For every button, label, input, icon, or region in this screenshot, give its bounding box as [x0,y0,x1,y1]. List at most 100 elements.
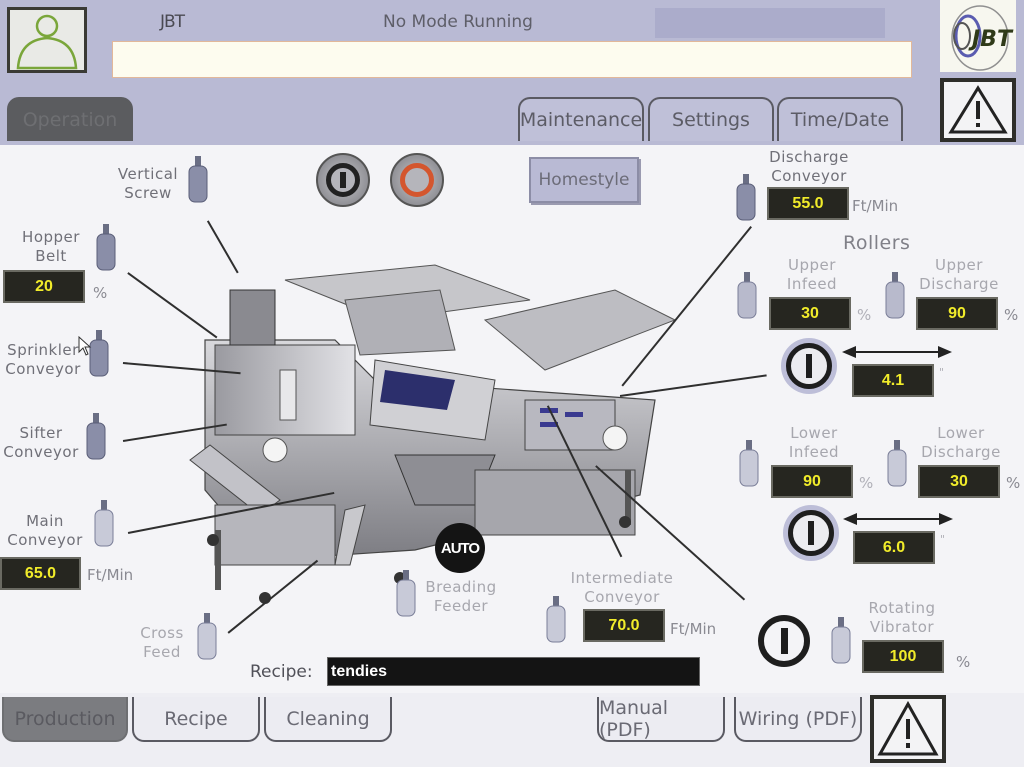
recipe-label: Recipe: [250,662,313,682]
upper-gap-value[interactable]: 4.1 [852,364,934,397]
tab-operation[interactable]: Operation [7,97,133,141]
main-conveyor-label: Main Conveyor [0,512,90,550]
auto-mode-badge[interactable]: AUTO [435,523,485,573]
tab-label: Operation [22,109,118,131]
main-conveyor-motor-icon[interactable] [93,500,115,548]
upper-discharge-label: Upper Discharge [911,256,1007,294]
sprinkler-conveyor-label: Sprinkler Conveyor [0,341,86,379]
tab-label: Time/Date [790,109,890,131]
sifter-conveyor-label: Sifter Conveyor [0,424,82,462]
upper-infeed-value[interactable]: 30 [769,297,851,330]
main-conveyor-value[interactable]: 65.0 [0,557,81,590]
alarm-button-top[interactable] [940,78,1016,142]
tab-maintenance[interactable]: Maintenance [518,97,644,141]
homestyle-mode-button[interactable]: Homestyle [529,157,639,203]
hopper-belt-value[interactable]: 20 [3,270,85,303]
tab-cleaning[interactable]: Cleaning [264,697,392,742]
label-line: Vibrator [869,618,935,636]
vertical-screw-motor-icon[interactable] [187,156,209,204]
label-line: Screw [124,184,172,202]
tab-settings[interactable]: Settings [648,97,774,141]
button-label: Wiring (PDF) [738,707,858,730]
button-label: Manual (PDF) [599,696,669,741]
label-line: Conveyor [7,531,83,549]
label-line: Vertical [117,165,179,183]
status-panel [655,8,885,38]
wiring-pdf-button[interactable]: Wiring (PDF) [734,697,862,742]
tab-label: Recipe [164,707,228,730]
label-line: Discharge [919,275,999,293]
cross-feed-motor-icon[interactable] [196,613,218,661]
intermediate-conveyor-unit: Ft/Min [670,620,717,638]
discharge-conveyor-unit: Ft/Min [852,197,899,215]
tab-time-date[interactable]: Time/Date [777,97,903,141]
upper-roller-toggle[interactable] [781,338,837,394]
label-line: Feed [143,643,181,661]
hopper-belt-motor-icon[interactable] [95,224,117,272]
stop-icon [400,163,434,197]
lower-roller-toggle[interactable] [783,505,839,561]
upper-discharge-value[interactable]: 90 [916,297,998,330]
lower-gap-value[interactable]: 6.0 [853,531,935,564]
message-bar [112,41,912,78]
manual-pdf-button[interactable]: Manual (PDF) [597,697,725,742]
label-line: Sprinkler [7,341,79,359]
intermediate-conveyor-value[interactable]: 70.0 [583,609,665,642]
tab-label: Maintenance [519,109,643,131]
tab-label: Cleaning [286,707,370,730]
lower-discharge-label: Lower Discharge [913,424,1009,462]
alarm-button-bottom[interactable] [870,695,946,763]
jbt-logo: JBT [940,0,1016,72]
sifter-conveyor-motor-icon[interactable] [85,413,107,461]
label-line: Upper [788,256,836,274]
upper-discharge-motor-icon[interactable] [884,272,906,320]
hopper-belt-label: Hopper Belt [12,228,90,266]
lower-discharge-motor-icon[interactable] [886,440,908,488]
label-line: Infeed [786,275,838,293]
tab-production[interactable]: Production [2,697,128,742]
upper-gap-unit: " [939,366,945,379]
lower-infeed-unit: % [859,474,874,492]
rotating-vibrator-unit: % [956,653,971,671]
discharge-conveyor-motor-icon[interactable] [735,174,757,222]
start-button[interactable] [316,153,370,207]
label-line: Lower [790,424,838,442]
recipe-value-field[interactable]: tendies [327,657,700,686]
label-line: Infeed [788,443,840,461]
rotating-vibrator-toggle[interactable] [757,614,811,668]
tab-recipe[interactable]: Recipe [132,697,260,742]
label-line: Conveyor [584,588,660,606]
user-icon [16,14,78,70]
label-line: Conveyor [771,167,847,185]
svg-text:JBT: JBT [968,27,1014,52]
label-line: Conveyor [3,443,79,461]
label-line: Sifter [19,424,63,442]
lower-discharge-value[interactable]: 30 [918,465,1000,498]
cross-feed-label: Cross Feed [133,624,191,662]
label-line: Lower [937,424,985,442]
tab-label: Settings [672,109,750,131]
power-icon [786,343,832,389]
discharge-conveyor-value[interactable]: 55.0 [767,187,849,220]
power-icon [788,510,834,556]
lower-infeed-motor-icon[interactable] [738,440,760,488]
label-line: Feeder [433,597,489,615]
label-line: Main [26,512,64,530]
upper-gap-arrow-icon [842,346,952,358]
upper-discharge-unit: % [1004,306,1019,324]
upper-infeed-motor-icon[interactable] [736,272,758,320]
upper-infeed-label: Upper Infeed [778,256,846,294]
intermediate-conveyor-motor-icon[interactable] [545,596,567,644]
hopper-belt-unit: % [93,284,108,302]
breading-feeder-motor-icon[interactable] [395,570,417,618]
power-icon [758,615,810,667]
rotating-vibrator-value[interactable]: 100 [862,640,944,673]
label-line: Discharge [769,148,849,166]
rotating-vibrator-motor-icon[interactable] [830,617,852,665]
lower-infeed-value[interactable]: 90 [771,465,853,498]
label-line: Conveyor [5,360,81,378]
user-login-button[interactable] [7,7,87,73]
stop-button[interactable] [390,153,444,207]
label-line: Intermediate [570,569,674,587]
breading-feeder-label: Breading Feeder [418,578,504,616]
